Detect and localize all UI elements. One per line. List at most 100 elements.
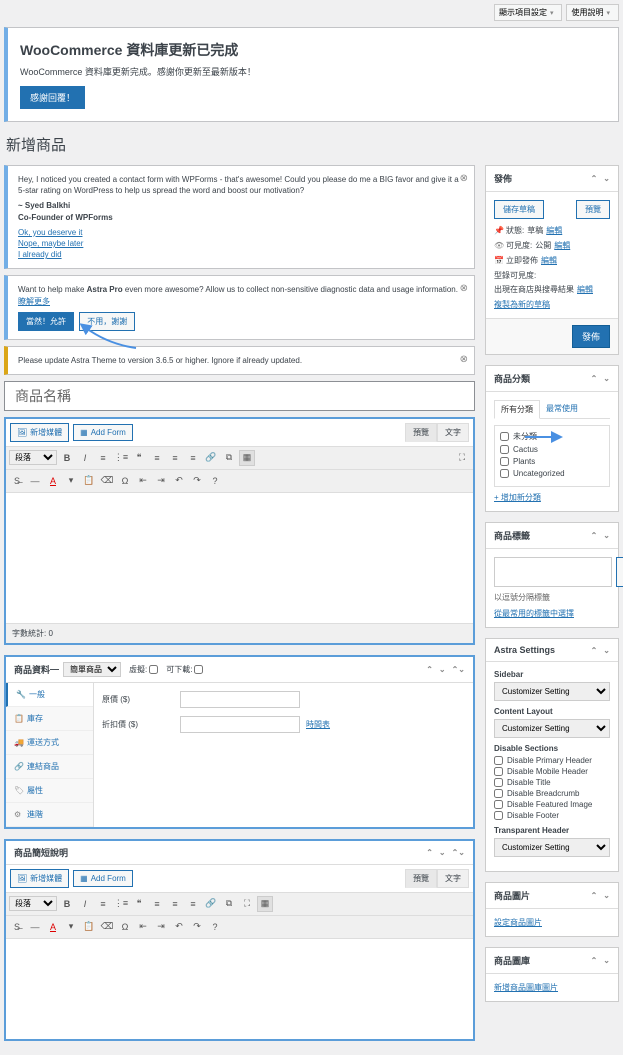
chevron-down-icon[interactable]: ⌄ xyxy=(439,665,446,674)
redo-icon[interactable]: ↷ xyxy=(189,473,205,489)
paragraph-select[interactable]: 段落 xyxy=(9,450,57,465)
publish-button[interactable]: 發佈 xyxy=(572,325,610,348)
undo-icon[interactable]: ↶ xyxy=(171,919,187,935)
chevron-up-icon[interactable]: ⌃ xyxy=(591,374,598,383)
hr-icon[interactable]: — xyxy=(27,919,43,935)
pd-tab-advanced[interactable]: ⚙進階 xyxy=(6,803,93,827)
close-icon[interactable]: ⊗ xyxy=(460,172,468,186)
indent-icon[interactable]: ⇥ xyxy=(153,919,169,935)
chevron-up-icon[interactable]: ⌃ xyxy=(591,646,598,655)
tab-visual[interactable]: 預覽 xyxy=(405,869,437,888)
disable-title-checkbox[interactable] xyxy=(494,778,503,787)
chevron-down-icon[interactable]: ⌄ xyxy=(603,174,610,183)
product-type-select[interactable]: 簡單商品 xyxy=(63,662,121,677)
align-center-icon[interactable]: ≡ xyxy=(167,450,183,466)
special-char-icon[interactable]: Ω xyxy=(117,473,133,489)
help-icon[interactable]: ? xyxy=(207,473,223,489)
editor-content[interactable] xyxy=(6,493,473,623)
astra-learn-more-link[interactable]: 瞭解更多 xyxy=(18,296,50,307)
chevron-down-icon[interactable]: ⌄ xyxy=(603,374,610,383)
edit-date-link[interactable]: 編輯 xyxy=(541,255,557,266)
add-form-button[interactable]: ▦Add Form xyxy=(73,870,133,887)
align-right-icon[interactable]: ≡ xyxy=(185,450,201,466)
layout-select[interactable]: Customizer Setting xyxy=(494,719,610,738)
virtual-checkbox[interactable] xyxy=(149,665,158,674)
copy-draft-link[interactable]: 複製為新的草稿 xyxy=(494,299,610,310)
list-ol-icon[interactable]: ⋮≡ xyxy=(113,450,129,466)
quote-icon[interactable]: ❝ xyxy=(131,450,147,466)
pd-tab-general[interactable]: 🔧一般 xyxy=(6,683,93,707)
chevron-up-icon[interactable]: ⌃ xyxy=(426,848,433,857)
close-icon[interactable]: ⊗ xyxy=(460,353,468,367)
list-ol-icon[interactable]: ⋮≡ xyxy=(113,896,129,912)
close-icon[interactable]: ⊗ xyxy=(460,282,468,296)
undo-icon[interactable]: ↶ xyxy=(171,473,187,489)
tag-input[interactable] xyxy=(494,557,612,587)
product-title-input[interactable] xyxy=(4,381,475,411)
tab-visual[interactable]: 預覽 xyxy=(405,423,437,442)
astra-allow-button[interactable]: 當然！允許 xyxy=(18,312,74,331)
set-image-link[interactable]: 設定商品圖片 xyxy=(494,917,542,928)
add-category-link[interactable]: + 增加新分類 xyxy=(494,492,541,503)
chevron-down-icon[interactable]: ⌄ xyxy=(603,531,610,540)
toolbar-toggle-icon[interactable]: ▦ xyxy=(257,896,273,912)
clear-format-icon[interactable]: ⌫ xyxy=(99,473,115,489)
sale-price-input[interactable] xyxy=(180,716,300,733)
chevron-down-icon[interactable]: ⌄ xyxy=(603,646,610,655)
bold-icon[interactable]: B xyxy=(59,896,75,912)
fullscreen-icon[interactable]: ⛶ xyxy=(239,896,255,912)
chevron-up-icon[interactable]: ⌃ xyxy=(591,174,598,183)
chevron-down-icon[interactable]: ⌄ xyxy=(603,891,610,900)
align-left-icon[interactable]: ≡ xyxy=(149,450,165,466)
downloadable-checkbox[interactable] xyxy=(194,665,203,674)
help-icon[interactable]: ? xyxy=(207,919,223,935)
align-right-icon[interactable]: ≡ xyxy=(185,896,201,912)
tab-text[interactable]: 文字 xyxy=(437,869,469,888)
link-icon[interactable]: 🔗 xyxy=(203,450,219,466)
tab-text[interactable]: 文字 xyxy=(437,423,469,442)
wc-notice-dismiss-button[interactable]: 感謝回覆！ xyxy=(20,86,85,109)
italic-icon[interactable]: I xyxy=(77,896,93,912)
italic-icon[interactable]: I xyxy=(77,450,93,466)
cat-checkbox[interactable] xyxy=(500,432,509,441)
paragraph-select[interactable]: 段落 xyxy=(9,896,57,911)
chevron-up-icon[interactable]: ⌃ xyxy=(426,665,433,674)
schedule-link[interactable]: 時間表 xyxy=(306,719,330,730)
add-media-button[interactable]: 🖼新增媒體 xyxy=(10,869,69,888)
align-center-icon[interactable]: ≡ xyxy=(167,896,183,912)
outdent-icon[interactable]: ⇤ xyxy=(135,919,151,935)
bold-icon[interactable]: B xyxy=(59,450,75,466)
caret-icon[interactable]: ▾ xyxy=(63,919,79,935)
text-color-icon[interactable]: A xyxy=(45,919,61,935)
preview-button[interactable]: 預覽 xyxy=(576,200,610,219)
cat-tab-all[interactable]: 所有分類 xyxy=(494,400,540,419)
pd-tab-shipping[interactable]: 🚚運送方式 xyxy=(6,731,93,755)
align-left-icon[interactable]: ≡ xyxy=(149,896,165,912)
fullscreen-icon[interactable]: ⛶ xyxy=(454,450,470,466)
transparent-select[interactable]: Customizer Setting xyxy=(494,838,610,857)
edit-status-link[interactable]: 編輯 xyxy=(546,225,562,236)
chevron-up-icon[interactable]: ⌃ xyxy=(591,891,598,900)
pd-tab-inventory[interactable]: 📋庫存 xyxy=(6,707,93,731)
pd-tab-attributes[interactable]: 🏷屬性 xyxy=(6,779,93,803)
hr-icon[interactable]: — xyxy=(27,473,43,489)
sidebar-select[interactable]: Customizer Setting xyxy=(494,682,610,701)
chevron-updown-icon[interactable]: ⌃⌄ xyxy=(452,665,465,674)
add-media-button[interactable]: 🖼新增媒體 xyxy=(10,423,69,442)
outdent-icon[interactable]: ⇤ xyxy=(135,473,151,489)
toolbar-toggle-icon[interactable]: ▦ xyxy=(239,450,255,466)
redo-icon[interactable]: ↷ xyxy=(189,919,205,935)
wpforms-link-ok[interactable]: Ok, you deserve it xyxy=(18,227,464,238)
special-char-icon[interactable]: Ω xyxy=(117,919,133,935)
wpforms-link-nope[interactable]: Nope, maybe later xyxy=(18,238,464,249)
choose-tags-link[interactable]: 從最常用的標籤中選擇 xyxy=(494,608,574,619)
disable-mobile-header-checkbox[interactable] xyxy=(494,767,503,776)
more-icon[interactable]: ⧉ xyxy=(221,450,237,466)
chevron-up-icon[interactable]: ⌃ xyxy=(591,531,598,540)
quote-icon[interactable]: ❝ xyxy=(131,896,147,912)
link-icon[interactable]: 🔗 xyxy=(203,896,219,912)
disable-footer-checkbox[interactable] xyxy=(494,811,503,820)
edit-catalog-link[interactable]: 編輯 xyxy=(577,284,593,295)
chevron-down-icon[interactable]: ⌄ xyxy=(603,956,610,965)
indent-icon[interactable]: ⇥ xyxy=(153,473,169,489)
